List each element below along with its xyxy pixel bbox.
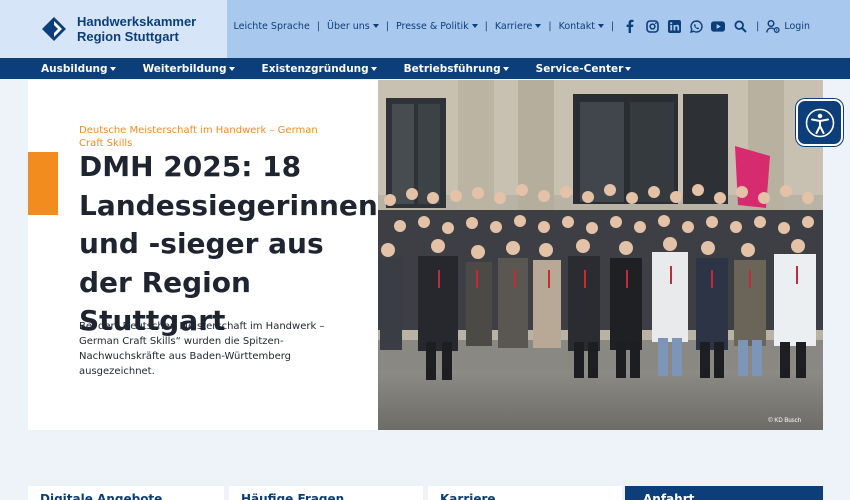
chevron-down-icon (109, 66, 116, 71)
topnav-leichte-sprache[interactable]: Leichte Sprache (233, 21, 309, 32)
hero-photo[interactable]: © KD Busch (378, 80, 823, 430)
brand-line-1: Handwerkskammer (77, 14, 197, 29)
card-anfahrt[interactable]: Anfahrt (625, 486, 823, 500)
topnav-presse-politik[interactable]: Presse & Politik (396, 21, 478, 32)
mainnav-existenzgruendung[interactable]: Existenzgründung (262, 63, 377, 75)
logo-icon (42, 17, 66, 41)
mainnav-ausbildung[interactable]: Ausbildung (41, 63, 116, 75)
brand-name: Handwerkskammer Region Stuttgart (77, 14, 196, 44)
accessibility-button[interactable] (796, 99, 843, 146)
logo-link[interactable]: Handwerkskammer Region Stuttgart (0, 0, 227, 58)
divider: | (548, 20, 552, 32)
mainnav-service-center[interactable]: Service-Center (536, 63, 632, 75)
photo-credit: © KD Busch (768, 418, 801, 424)
login-label: Login (784, 20, 810, 32)
hero-teaser: Bei der „Deutschen Meisterschaft im Hand… (79, 321, 325, 377)
login-button[interactable]: Login (766, 19, 810, 33)
accent-bar (28, 152, 58, 215)
user-icon (766, 19, 781, 33)
top-navigation: Leichte Sprache | Über uns | Presse & Po… (233, 0, 810, 52)
chevron-down-icon (625, 66, 632, 71)
hero-kicker: Deutsche Meisterschaft im Handwerk – Ger… (79, 125, 318, 149)
mainnav-weiterbildung[interactable]: Weiterbildung (143, 63, 235, 75)
divider: | (385, 20, 389, 32)
hero-headline[interactable]: DMH 2025: 18 Landessiegerinnen und -sieg… (79, 148, 378, 341)
card-digitale-angebote[interactable]: Digitale Angebote (28, 486, 224, 500)
linkedin-icon[interactable] (667, 19, 681, 33)
chevron-down-icon (228, 66, 235, 71)
divider: | (316, 20, 320, 32)
topnav-kontakt[interactable]: Kontakt (559, 21, 604, 32)
social-links (623, 19, 747, 33)
search-icon[interactable] (733, 19, 747, 33)
chevron-down-icon (471, 24, 478, 28)
youtube-icon[interactable] (711, 19, 726, 33)
whatsapp-icon[interactable] (689, 19, 703, 33)
divider: | (756, 20, 760, 32)
chevron-down-icon (502, 66, 509, 71)
chevron-down-icon (370, 66, 377, 71)
card-karriere[interactable]: Karriere (428, 486, 622, 500)
chevron-down-icon (535, 24, 542, 28)
divider: | (484, 20, 488, 32)
divider: | (610, 20, 615, 32)
brand-line-2: Region Stuttgart (77, 29, 179, 44)
topnav-ueber-uns[interactable]: Über uns (327, 21, 379, 32)
mainnav-betriebsfuehrung[interactable]: Betriebsführung (404, 63, 509, 75)
chevron-down-icon (372, 24, 379, 28)
main-navigation: Ausbildung Weiterbildung Existenzgründun… (0, 58, 850, 79)
accessibility-icon (805, 108, 834, 137)
topnav-karriere[interactable]: Karriere (495, 21, 542, 32)
instagram-icon[interactable] (645, 19, 659, 33)
facebook-icon[interactable] (623, 19, 637, 33)
top-header: Handwerkskammer Region Stuttgart Leichte… (0, 0, 850, 58)
chevron-down-icon (597, 24, 604, 28)
card-haeufige-fragen[interactable]: Häufige Fragen (229, 486, 423, 500)
group-photo-image (378, 80, 823, 430)
